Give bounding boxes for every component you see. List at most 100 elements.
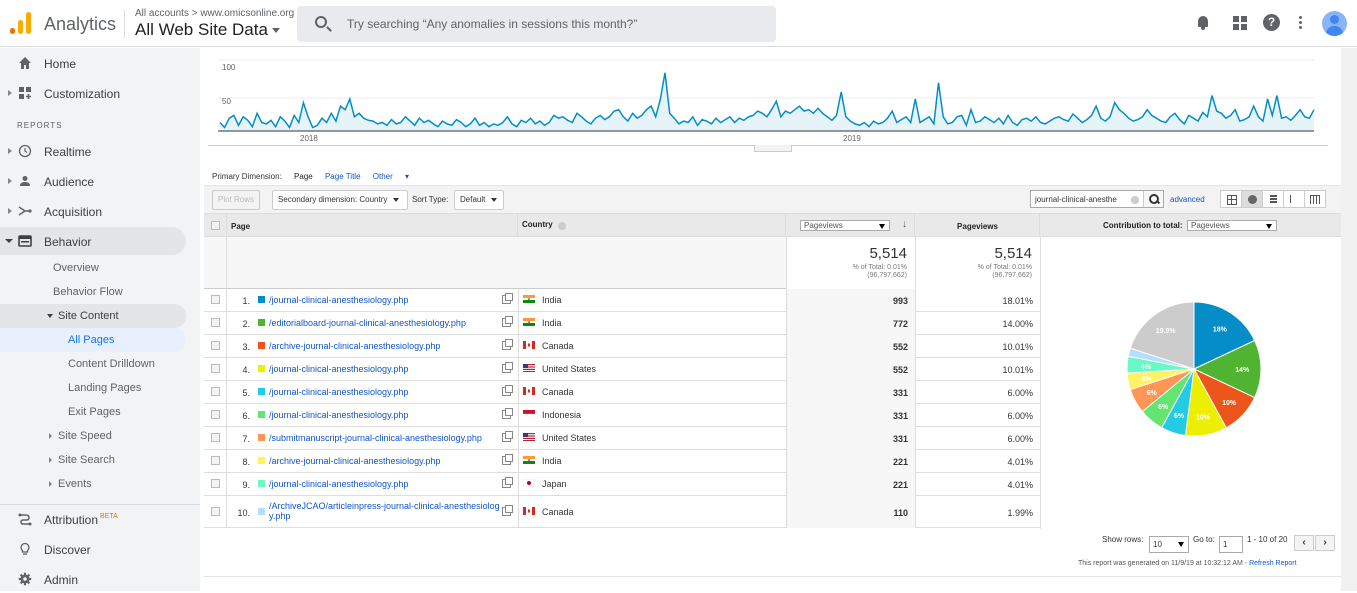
country-name[interactable]: Canada: [542, 507, 574, 517]
account-avatar[interactable]: [1322, 11, 1347, 36]
row-checkbox[interactable]: [211, 456, 220, 465]
sidebar-item-overview[interactable]: Overview: [0, 256, 186, 280]
sidebar-item-realtime[interactable]: Realtime: [0, 137, 186, 165]
sort-desc-arrow-icon[interactable]: ↓: [902, 219, 907, 230]
account-breadcrumb[interactable]: All accounts > www.omicsonline.org: [135, 8, 294, 19]
sidebar-item-audience[interactable]: Audience: [0, 167, 186, 195]
page-link[interactable]: /journal-clinical-anesthesiology.php: [269, 410, 501, 420]
table-row: 2. /editorialboard-journal-clinical-anest…: [204, 312, 1040, 335]
sidebar-item-landing-pages[interactable]: Landing Pages: [0, 376, 186, 400]
sidebar-item-all-pages[interactable]: All Pages: [0, 328, 186, 352]
open-page-external-icon[interactable]: [502, 477, 513, 488]
row-checkbox[interactable]: [211, 364, 220, 373]
plot-rows-button[interactable]: Plot Rows: [212, 190, 261, 210]
help-icon[interactable]: ?: [1263, 14, 1280, 31]
page-link[interactable]: /journal-clinical-anesthesiology.php: [269, 295, 501, 305]
sidebar-item-events[interactable]: Events: [0, 472, 186, 496]
page-link[interactable]: /archive-journal-clinical-anesthesiology…: [269, 456, 501, 466]
page-link[interactable]: /archive-journal-clinical-anesthesiology…: [269, 341, 501, 351]
performance-view-icon[interactable]: [1263, 191, 1284, 207]
goto-page-input[interactable]: 1: [1219, 536, 1243, 553]
page-link[interactable]: /journal-clinical-anesthesiology.php: [269, 387, 501, 397]
sidebar-item-content-drilldown[interactable]: Content Drilldown: [0, 352, 186, 376]
sidebar-item-site-speed[interactable]: Site Speed: [0, 424, 186, 448]
country-name[interactable]: Japan: [542, 479, 567, 489]
row-checkbox[interactable]: [211, 387, 220, 396]
show-rows-select[interactable]: 10: [1149, 536, 1189, 553]
open-page-external-icon[interactable]: [502, 362, 513, 373]
country-name[interactable]: United States: [542, 364, 596, 374]
row-checkbox[interactable]: [211, 507, 220, 516]
sidebar-item-home[interactable]: Home: [0, 49, 186, 77]
sort-type-select[interactable]: Default: [454, 190, 504, 210]
refresh-report-link[interactable]: Refresh Report: [1249, 560, 1296, 567]
prev-page-button[interactable]: ‹: [1294, 535, 1314, 551]
contribution-select[interactable]: Pageviews: [1187, 220, 1277, 231]
flag-id-icon: [523, 410, 535, 418]
row-checkbox[interactable]: [211, 295, 220, 304]
table-filter-input[interactable]: journal-clinical-anesthe: [1030, 190, 1164, 208]
open-page-external-icon[interactable]: [502, 339, 513, 350]
open-page-external-icon[interactable]: [502, 431, 513, 442]
dim-option-page[interactable]: Page: [294, 172, 313, 181]
open-page-external-icon[interactable]: [502, 408, 513, 419]
open-page-external-icon[interactable]: [502, 385, 513, 396]
page-link[interactable]: /journal-clinical-anesthesiology.php: [269, 479, 501, 489]
row-checkbox[interactable]: [211, 433, 220, 442]
filter-search-icon[interactable]: [1143, 191, 1163, 207]
collapse-chart-toggle[interactable]: [754, 145, 792, 152]
metric-select[interactable]: Pageviews: [800, 220, 890, 231]
dim-option-page-title[interactable]: Page Title: [325, 172, 361, 181]
sidebar-item-attribution[interactable]: Attribution BETA: [0, 505, 186, 533]
search-input[interactable]: Try searching “Any anomalies in sessions…: [297, 6, 776, 42]
sidebar-item-behavior-flow[interactable]: Behavior Flow: [0, 280, 186, 304]
country-name[interactable]: India: [542, 456, 562, 466]
country-name[interactable]: India: [542, 318, 562, 328]
sidebar-item-acquisition[interactable]: Acquisition: [0, 197, 186, 225]
page-link[interactable]: /submitmanuscript-journal-clinical-anest…: [269, 433, 501, 443]
header-pageviews[interactable]: Pageviews: [915, 214, 1040, 236]
country-name[interactable]: Indonesia: [542, 410, 581, 420]
row-checkbox[interactable]: [211, 341, 220, 350]
page-scrollbar[interactable]: [1341, 48, 1357, 591]
pie-view-icon[interactable]: [1242, 191, 1263, 207]
page-link[interactable]: /journal-clinical-anesthesiology.php: [269, 364, 501, 374]
row-checkbox[interactable]: [211, 479, 220, 488]
clear-filter-icon[interactable]: [1131, 196, 1139, 204]
page-link[interactable]: /editorialboard-journal-clinical-anesthe…: [269, 318, 501, 328]
country-name[interactable]: Canada: [542, 341, 574, 351]
pivot-view-icon[interactable]: [1305, 191, 1325, 207]
page-link[interactable]: /ArchiveJCAO/articleinpress-journal-clin…: [269, 501, 501, 521]
sidebar-item-site-search[interactable]: Site Search: [0, 448, 186, 472]
sidebar-item-exit-pages[interactable]: Exit Pages: [0, 400, 186, 424]
country-name[interactable]: Canada: [542, 387, 574, 397]
secondary-dimension-select[interactable]: Secondary dimension: Country: [272, 190, 408, 210]
header-page[interactable]: Page: [227, 214, 518, 236]
comparison-view-icon[interactable]: [1284, 191, 1305, 207]
select-all-checkbox[interactable]: [211, 221, 220, 230]
notifications-bell-icon[interactable]: [1195, 14, 1213, 32]
sidebar-item-site-content[interactable]: Site Content: [0, 304, 186, 328]
row-checkbox[interactable]: [211, 410, 220, 419]
sidebar-item-customization[interactable]: Customization: [0, 79, 186, 107]
open-page-external-icon[interactable]: [502, 454, 513, 465]
row-checkbox[interactable]: [211, 318, 220, 327]
more-vert-icon[interactable]: [1298, 14, 1304, 32]
dim-option-other[interactable]: Other ▾: [373, 172, 409, 181]
header-country[interactable]: Country: [518, 214, 786, 236]
country-name[interactable]: United States: [542, 433, 596, 443]
sidebar-item-behavior[interactable]: Behavior: [0, 227, 186, 255]
remove-dimension-icon[interactable]: [558, 222, 566, 230]
sidebar-item-admin[interactable]: Admin: [0, 565, 186, 593]
analytics-logo-icon[interactable]: [10, 12, 32, 34]
apps-grid-icon[interactable]: [1231, 14, 1249, 32]
open-page-external-icon[interactable]: [502, 505, 513, 516]
sidebar-item-discover[interactable]: Discover: [0, 535, 186, 563]
advanced-filter-link[interactable]: advanced: [1170, 195, 1205, 204]
open-page-external-icon[interactable]: [502, 316, 513, 327]
view-selector[interactable]: All Web Site Data: [135, 20, 280, 40]
open-page-external-icon[interactable]: [502, 293, 513, 304]
country-name[interactable]: India: [542, 295, 562, 305]
table-view-icon[interactable]: [1221, 191, 1242, 207]
next-page-button[interactable]: ›: [1315, 535, 1335, 551]
